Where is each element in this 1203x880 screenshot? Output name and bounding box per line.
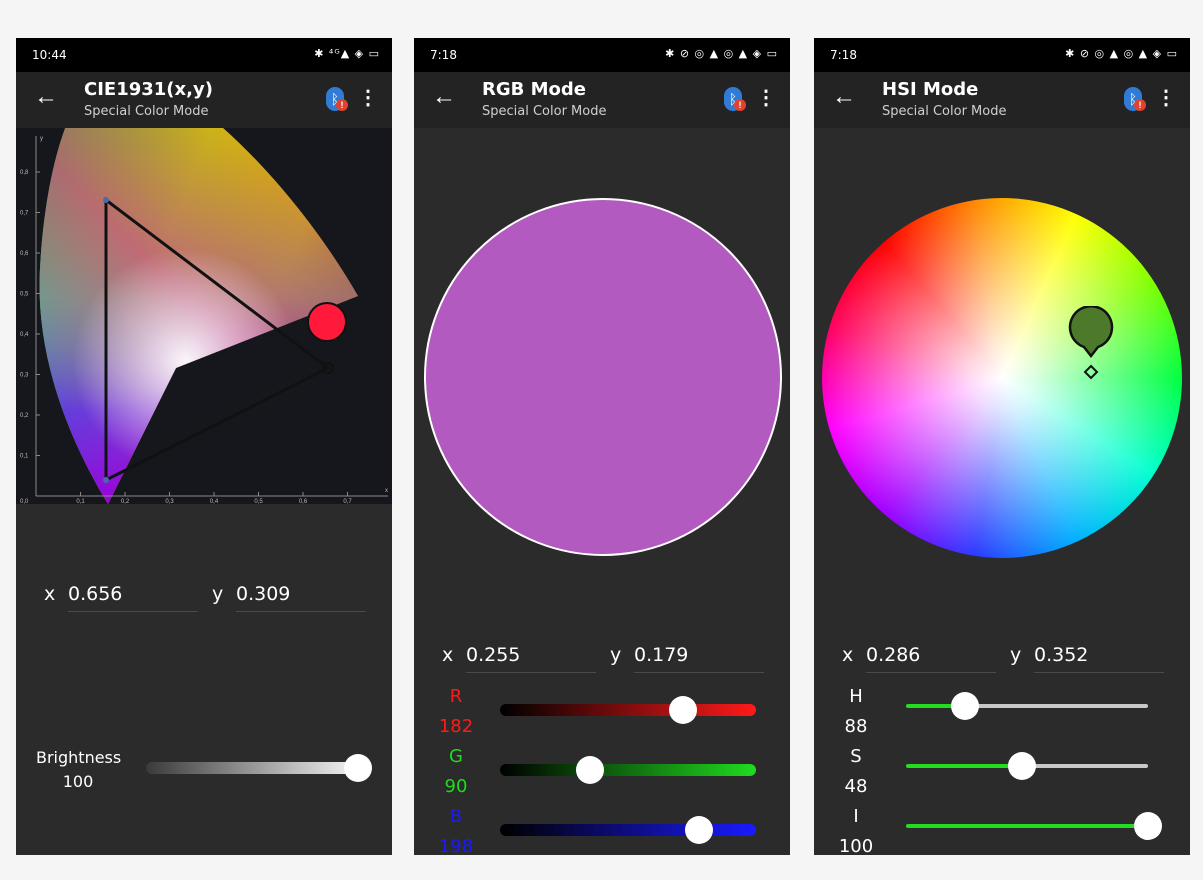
status-icons: ✱ ⊘ ◎ ▲ ◎ ▲ ◈ ▭ [1065, 47, 1178, 60]
y-tick-label: 0,5 [20, 292, 29, 298]
y-tick-label: 0,8 [20, 170, 29, 176]
y-label: y [212, 583, 224, 605]
app-bar: ← CIE1931(x,y) Special Color Mode ᛒ! ⋮ [16, 72, 392, 128]
bluetooth-status-icon[interactable]: ᛒ! [326, 87, 348, 113]
slider-channel-value: 48 [844, 776, 868, 797]
page-subtitle: Special Color Mode [882, 104, 1007, 119]
brightness-block: Brightness 100 [36, 746, 122, 794]
y-value-field[interactable]: 0.352 [1034, 644, 1164, 673]
slider-channel-name: R [449, 686, 463, 707]
selected-color-swatch [307, 302, 347, 342]
y-tick-label: 0,6 [20, 251, 29, 257]
y-tick-label: 0,3 [20, 373, 29, 379]
back-arrow-icon[interactable]: ← [832, 85, 856, 109]
back-arrow-icon[interactable]: ← [34, 85, 58, 109]
y-tick-label: 0,4 [20, 332, 29, 338]
x-label: x [44, 583, 56, 605]
slider-i-track[interactable] [906, 824, 1148, 828]
slider-channel-name: S [850, 746, 862, 767]
brightness-value: 100 [62, 772, 94, 791]
slider-channel-value: 198 [438, 836, 474, 855]
slider-channel-name: G [449, 746, 463, 767]
color-preview-circle [424, 198, 782, 556]
x-value-field[interactable]: 0.286 [866, 644, 996, 673]
status-time: 7:18 [830, 48, 857, 62]
slider-b-knob[interactable] [684, 816, 713, 844]
y-axis-name: y [40, 136, 43, 142]
y-tick-label: 0,2 [20, 413, 29, 419]
more-options-icon[interactable]: ⋮ [756, 88, 776, 108]
slider-channel-name: I [853, 806, 859, 827]
status-time: 10:44 [32, 48, 67, 62]
status-bar: 7:18 ✱ ⊘ ◎ ▲ ◎ ▲ ◈ ▭ [814, 38, 1190, 72]
slider-channel-value: 100 [838, 836, 874, 855]
hsi-screen: 7:18 ✱ ⊘ ◎ ▲ ◎ ▲ ◈ ▭ ← HSI Mode Special … [814, 38, 1190, 855]
slider-r-knob[interactable] [668, 696, 697, 724]
origin-label: 0,0 [20, 499, 29, 504]
brightness-slider-track[interactable] [146, 762, 370, 774]
page-subtitle: Special Color Mode [84, 104, 209, 119]
slider-i-knob[interactable] [1134, 812, 1162, 840]
slider-r-track[interactable] [500, 704, 756, 716]
wheel-marker[interactable] [1066, 306, 1116, 386]
slider-b-track[interactable] [500, 824, 756, 836]
back-arrow-icon[interactable]: ← [432, 85, 456, 109]
bluetooth-status-icon[interactable]: ᛒ! [724, 87, 746, 113]
hue-color-wheel[interactable] [822, 198, 1182, 558]
x-tick-label: 0,1 [76, 499, 85, 504]
slider-channel-value: 90 [444, 776, 468, 797]
x-tick-label: 0,7 [343, 499, 352, 504]
x-value-field[interactable]: 0.656 [68, 583, 198, 612]
bluetooth-status-icon[interactable]: ᛒ! [1124, 87, 1146, 113]
slider-i-label: I 100 [836, 802, 876, 855]
y-tick-label: 0,1 [20, 454, 29, 460]
rgb-screen: 7:18 ✱ ⊘ ◎ ▲ ◎ ▲ ◈ ▭ ← RGB Mode Special … [414, 38, 790, 855]
app-bar: ← HSI Mode Special Color Mode ᛒ! ⋮ [814, 72, 1190, 128]
status-icons: ✱ ⊘ ◎ ▲ ◎ ▲ ◈ ▭ [665, 47, 778, 60]
slider-channel-value: 88 [844, 716, 868, 737]
slider-b-label: B 198 [436, 802, 476, 855]
y-label: y [610, 644, 622, 666]
x-tick-label: 0,5 [254, 499, 263, 504]
cie-chromaticity-chart[interactable]: 0,1 0,2 0,3 0,4 0,5 0,6 0,7 0,1 0,2 0,3 0,4 0,5 0,6 0… [16, 128, 392, 504]
status-bar: 7:18 ✱ ⊘ ◎ ▲ ◎ ▲ ◈ ▭ [414, 38, 790, 72]
slider-h-label: H 88 [836, 682, 876, 742]
more-options-icon[interactable]: ⋮ [358, 88, 378, 108]
brightness-slider-knob[interactable] [344, 754, 372, 782]
slider-g-label: G 90 [436, 742, 476, 802]
x-label: x [842, 644, 854, 666]
page-title: RGB Mode [482, 79, 586, 100]
page-subtitle: Special Color Mode [482, 104, 607, 119]
x-label: x [442, 644, 454, 666]
more-options-icon[interactable]: ⋮ [1156, 88, 1176, 108]
x-value-field[interactable]: 0.255 [466, 644, 596, 673]
brightness-label: Brightness [36, 748, 122, 767]
y-tick-label: 0,7 [20, 211, 29, 217]
slider-g-knob[interactable] [576, 756, 605, 784]
slider-h-knob[interactable] [951, 692, 980, 720]
status-bar: 10:44 ✱ ⁴ᴳ▲ ◈ ▭ [16, 38, 392, 72]
status-time: 7:18 [430, 48, 457, 62]
x-tick-label: 0,6 [299, 499, 308, 504]
cie-screen: 10:44 ✱ ⁴ᴳ▲ ◈ ▭ ← CIE1931(x,y) Special C… [16, 38, 392, 855]
slider-channel-value: 182 [438, 716, 474, 737]
x-tick-label: 0,4 [210, 499, 219, 504]
y-value-field[interactable]: 0.309 [236, 583, 366, 612]
y-label: y [1010, 644, 1022, 666]
slider-channel-name: H [849, 686, 863, 707]
slider-s-knob[interactable] [1008, 752, 1037, 780]
slider-h-track[interactable] [906, 704, 1148, 708]
app-bar: ← RGB Mode Special Color Mode ᛒ! ⋮ [414, 72, 790, 128]
slider-r-label: R 182 [436, 682, 476, 742]
x-axis-name: x [385, 488, 388, 494]
status-icons: ✱ ⁴ᴳ▲ ◈ ▭ [314, 47, 380, 60]
x-tick-label: 0,2 [121, 499, 130, 504]
y-value-field[interactable]: 0.179 [634, 644, 764, 673]
x-tick-label: 0,3 [165, 499, 174, 504]
page-title: CIE1931(x,y) [84, 79, 213, 100]
page-title: HSI Mode [882, 79, 979, 100]
slider-channel-name: B [449, 806, 463, 827]
slider-g-track[interactable] [500, 764, 756, 776]
slider-s-label: S 48 [836, 742, 876, 802]
